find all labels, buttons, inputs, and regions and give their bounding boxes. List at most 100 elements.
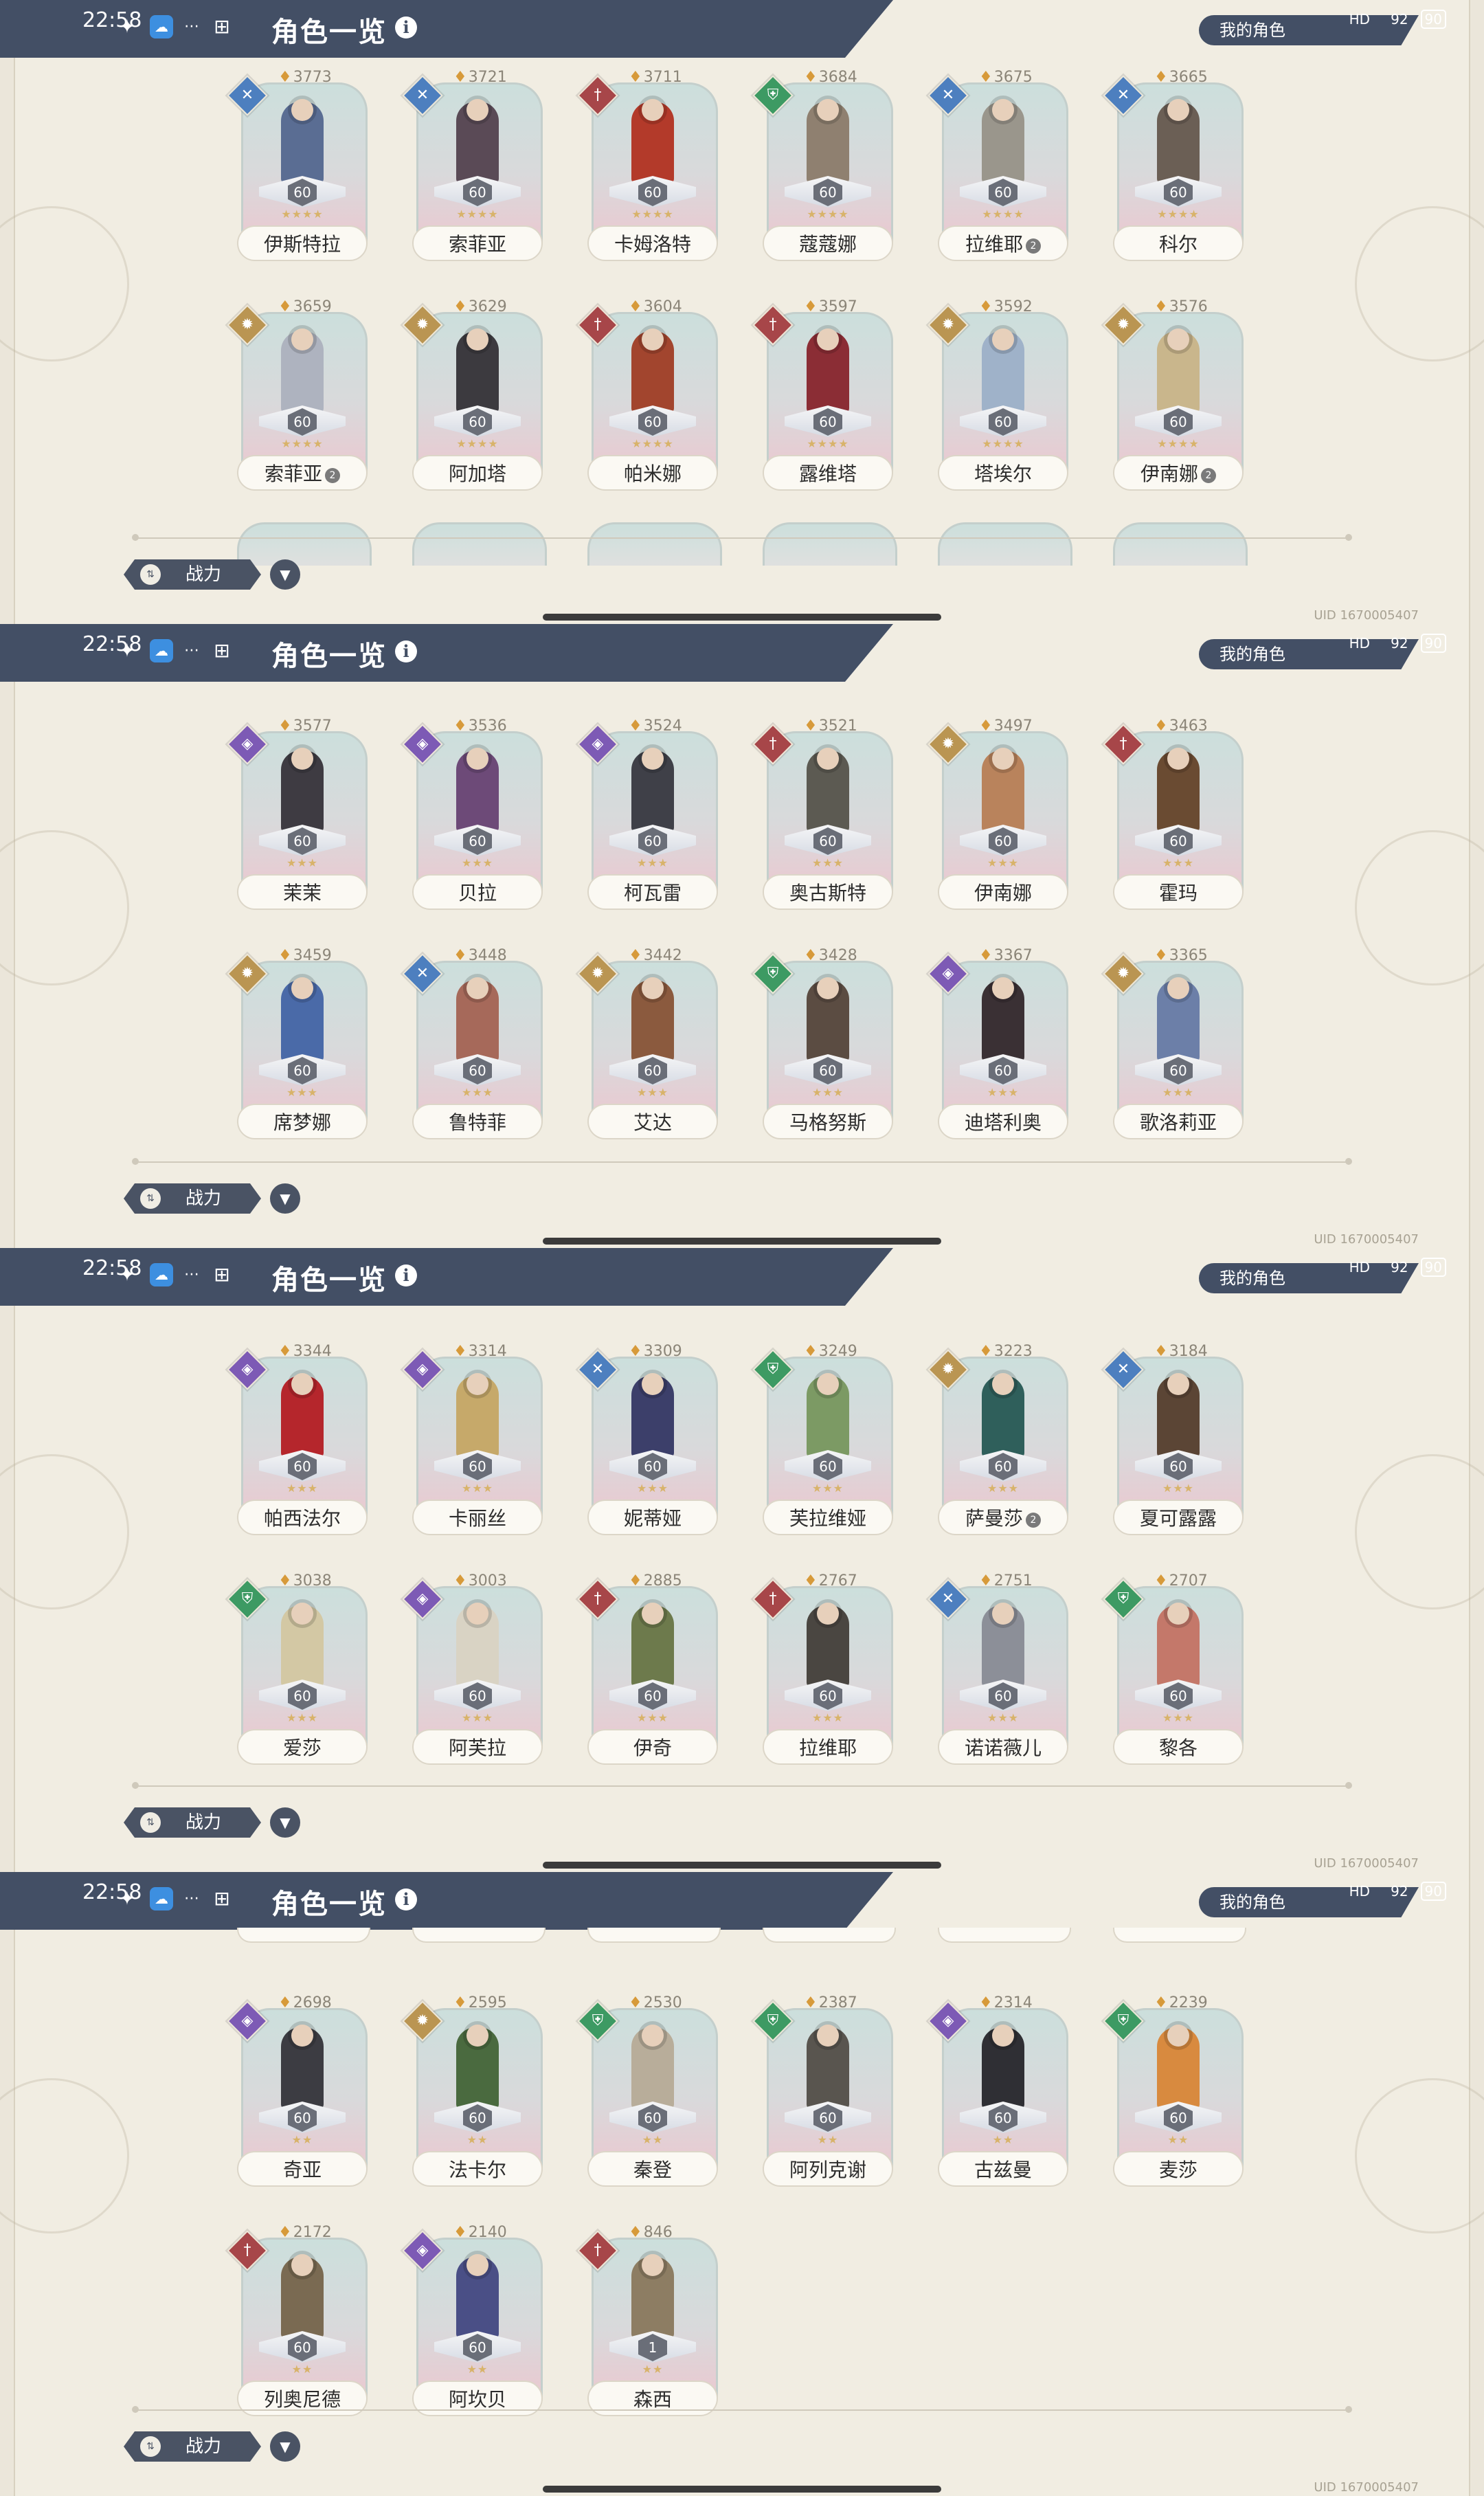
info-icon[interactable]: i — [395, 1888, 417, 1910]
sort-button[interactable]: ⇅ 战力 — [124, 1807, 261, 1838]
character-card[interactable]: ♦3309 ✕ 60 ★★★ 妮蒂娅 — [577, 1343, 718, 1542]
character-card[interactable]: ♦2885 † 60 ★★★ 伊奇 — [577, 1572, 718, 1772]
power-value: ♦2140 — [453, 2224, 507, 2241]
character-name-plate: 奇亚 — [237, 2151, 368, 2187]
character-sprite — [456, 1373, 499, 1458]
power-number: 2707 — [1169, 1572, 1208, 1590]
orb-icon: ◈ — [416, 1590, 429, 1607]
character-card[interactable]: ♦3675 ✕ 60 ★★★★ 拉维耶 2 — [928, 69, 1068, 268]
character-card[interactable]: ♦2698 ◈ 60 ★★ 奇亚 — [227, 1994, 368, 2194]
home-indicator[interactable] — [543, 1862, 941, 1869]
character-card[interactable]: ♦3773 ✕ 60 ★★★★ 伊斯特拉 — [227, 69, 368, 268]
flame-icon: ♦ — [1154, 1994, 1168, 2012]
menu-grid-icon[interactable]: ⊞ — [210, 639, 234, 662]
home-indicator[interactable] — [543, 614, 941, 621]
character-card[interactable]: ♦3184 ✕ 60 ★★★ 夏可露露 — [1103, 1343, 1244, 1542]
back-icon[interactable]: ✦ — [115, 1887, 139, 1910]
character-name: 伊南娜 — [974, 882, 1032, 904]
character-card[interactable]: ♦2314 ◈ 60 ★★ 古兹曼 — [928, 1994, 1068, 2194]
character-card[interactable]: ♦3659 ✹ 60 ★★★★ 索菲亚 2 — [227, 298, 368, 498]
filter-icon[interactable]: ▼ — [270, 559, 300, 590]
character-card[interactable]: ♦3524 ◈ 60 ★★★ 柯瓦雷 — [577, 717, 718, 917]
character-card[interactable]: ♦2387 ⛨ 60 ★★ 阿列克谢 — [752, 1994, 893, 2194]
character-card[interactable]: ♦3448 ✕ 60 ★★★ 鲁特菲 — [402, 947, 543, 1146]
character-card[interactable]: ♦3314 ◈ 60 ★★★ 卡丽丝 — [402, 1343, 543, 1542]
character-card[interactable]: ♦3459 ✹ 60 ★★★ 席梦娜 — [227, 947, 368, 1146]
character-card[interactable]: ♦3597 † 60 ★★★★ 露维塔 — [752, 298, 893, 498]
info-icon[interactable]: i — [395, 640, 417, 662]
character-card[interactable]: ♦2140 ◈ 60 ★★ 阿坎贝 — [402, 2224, 543, 2423]
info-icon[interactable]: i — [395, 1264, 417, 1286]
character-card[interactable]: ♦3576 ✹ 60 ★★★★ 伊南娜 2 — [1103, 298, 1244, 498]
back-icon[interactable]: ✦ — [115, 639, 139, 662]
character-card[interactable]: ♦3521 † 60 ★★★ 奥古斯特 — [752, 717, 893, 917]
character-card[interactable]: ♦3497 ✹ 60 ★★★ 伊南娜 — [928, 717, 1068, 917]
list-panel — [0, 1248, 1484, 1872]
character-card[interactable]: ♦2767 † 60 ★★★ 拉维耶 — [752, 1572, 893, 1772]
character-card[interactable]: ♦3365 ✹ 60 ★★★ 歌洛莉亚 — [1103, 947, 1244, 1146]
character-sprite — [456, 1603, 499, 1688]
character-name: 鲁特菲 — [448, 1111, 506, 1134]
character-card[interactable]: ♦3038 ⛨ 60 ★★★ 爱莎 — [227, 1572, 368, 1772]
power-value: ♦2707 — [1154, 1572, 1208, 1590]
character-card[interactable]: ♦3003 ◈ 60 ★★★ 阿芙拉 — [402, 1572, 543, 1772]
character-card[interactable]: ♦3711 † 60 ★★★★ 卡姆洛特 — [577, 69, 718, 268]
power-number: 3309 — [643, 1343, 682, 1360]
menu-grid-icon[interactable]: ⊞ — [210, 1887, 234, 1910]
power-number: 3711 — [643, 69, 682, 86]
character-name-plate: 拉维耶 2 — [938, 225, 1068, 261]
flame-icon: ♦ — [804, 1343, 818, 1360]
sort-button[interactable]: ⇅ 战力 — [124, 2431, 261, 2462]
character-card[interactable]: ♦2239 ⛨ 60 ★★ 麦莎 — [1103, 1994, 1244, 2194]
character-card[interactable]: ♦3665 ✕ 60 ★★★★ 科尔 — [1103, 69, 1244, 268]
character-card[interactable]: ♦3223 ✹ 60 ★★★ 萨曼莎 2 — [928, 1343, 1068, 1542]
sort-button[interactable]: ⇅ 战力 — [124, 559, 261, 590]
character-name: 阿列克谢 — [789, 2159, 866, 2181]
flame-icon: ♦ — [804, 1572, 818, 1590]
divider — [132, 1782, 1352, 1789]
character-card[interactable]: ♦3629 ✹ 60 ★★★★ 阿加塔 — [402, 298, 543, 498]
character-card[interactable]: ♦2707 ⛨ 60 ★★★ 黎各 — [1103, 1572, 1244, 1772]
character-card[interactable]: ♦3592 ✹ 60 ★★★★ 塔埃尔 — [928, 298, 1068, 498]
character-card[interactable]: ♦3721 ✕ 60 ★★★★ 索菲亚 — [402, 69, 543, 268]
character-card[interactable]: ♦2751 ✕ 60 ★★★ 诺诺薇儿 — [928, 1572, 1068, 1772]
home-indicator[interactable] — [543, 2486, 941, 2493]
menu-grid-icon[interactable]: ⊞ — [210, 15, 234, 38]
character-name-plate: 妮蒂娅 — [587, 1500, 718, 1535]
sort-label: 战力 — [186, 1812, 222, 1833]
power-number: 2239 — [1169, 1994, 1208, 2012]
home-indicator[interactable] — [543, 1238, 941, 1245]
character-name-plate: 马格努斯 — [763, 1104, 893, 1139]
back-icon[interactable]: ✦ — [115, 1263, 139, 1286]
sort-button[interactable]: ⇅ 战力 — [124, 1183, 261, 1214]
character-card[interactable]: ♦3367 ◈ 60 ★★★ 迪塔利奥 — [928, 947, 1068, 1146]
back-icon[interactable]: ✦ — [115, 15, 139, 38]
more-icon: ⋯ — [184, 642, 199, 659]
character-name-plate: 萨曼莎 2 — [938, 1500, 1068, 1535]
flame-icon: ♦ — [629, 717, 642, 735]
power-number: 3463 — [1169, 717, 1208, 735]
menu-grid-icon[interactable]: ⊞ — [210, 1263, 234, 1286]
character-card[interactable]: ♦3536 ◈ 60 ★★★ 贝拉 — [402, 717, 543, 917]
character-card[interactable]: ♦3604 † 60 ★★★★ 帕米娜 — [577, 298, 718, 498]
character-card[interactable]: ♦3442 ✹ 60 ★★★ 艾达 — [577, 947, 718, 1146]
star-rating: ★★★ — [987, 1711, 1020, 1724]
character-card[interactable]: ♦2530 ⛨ 60 ★★ 秦登 — [577, 1994, 718, 2194]
character-card[interactable]: ♦2595 ✹ 60 ★★ 法卡尔 — [402, 1994, 543, 2194]
filter-icon[interactable]: ▼ — [270, 2431, 300, 2462]
character-name: 阿加塔 — [448, 463, 506, 485]
character-card[interactable]: ♦846 † 1 ★★ 森西 — [577, 2224, 718, 2423]
power-value: ♦3659 — [278, 298, 332, 315]
filter-icon[interactable]: ▼ — [270, 1807, 300, 1838]
orb-icon: ◈ — [416, 1361, 429, 1378]
character-card[interactable]: ♦3428 ⛨ 60 ★★★ 马格努斯 — [752, 947, 893, 1146]
character-name-plate: 霍玛 — [1113, 874, 1244, 910]
character-card[interactable]: ♦2172 † 60 ★★ 列奥尼德 — [227, 2224, 368, 2423]
character-card[interactable]: ♦3684 ⛨ 60 ★★★★ 蔻蔻娜 — [752, 69, 893, 268]
character-card[interactable]: ♦3344 ◈ 60 ★★★ 帕西法尔 — [227, 1343, 368, 1542]
info-icon[interactable]: i — [395, 16, 417, 38]
filter-icon[interactable]: ▼ — [270, 1183, 300, 1214]
character-card[interactable]: ♦3249 ⛨ 60 ★★★ 芙拉维娅 — [752, 1343, 893, 1542]
character-card[interactable]: ♦3577 ◈ 60 ★★★ 茉茉 — [227, 717, 368, 917]
character-card[interactable]: ♦3463 † 60 ★★★ 霍玛 — [1103, 717, 1244, 917]
